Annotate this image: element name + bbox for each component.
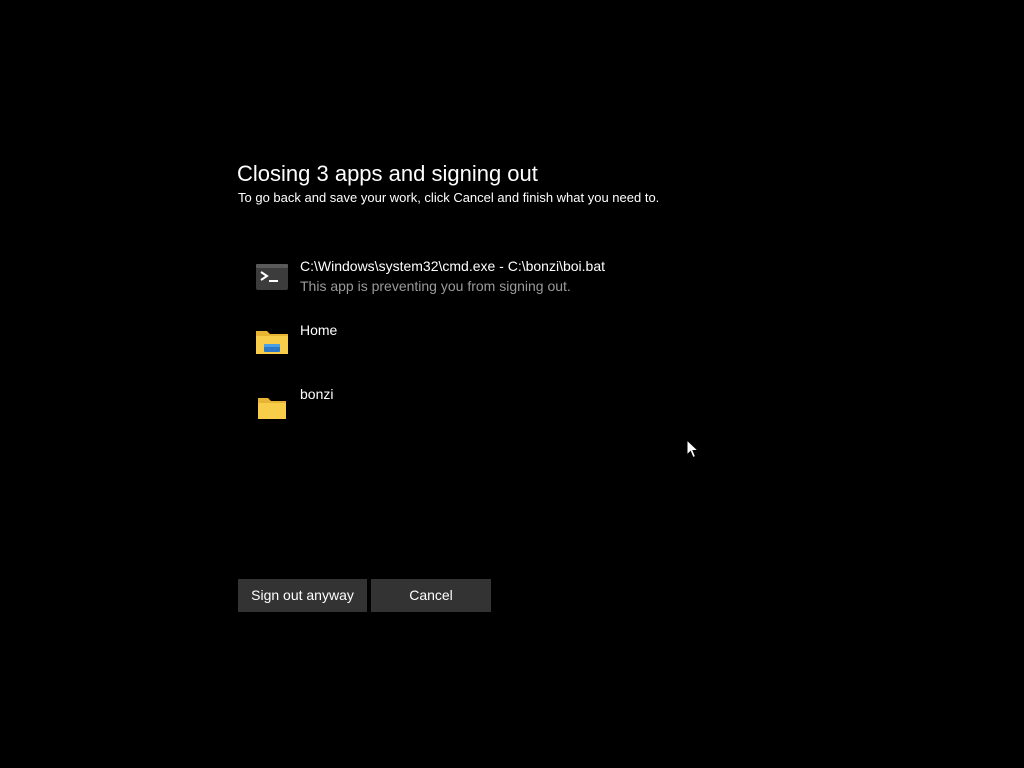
app-text: Home: [300, 320, 337, 340]
home-folder-icon: [255, 324, 289, 358]
app-name: bonzi: [300, 386, 334, 402]
app-item-bonzi: bonzi: [255, 384, 855, 448]
folder-icon: [255, 388, 289, 422]
sign-out-anyway-button[interactable]: Sign out anyway: [238, 579, 367, 612]
cancel-button[interactable]: Cancel: [371, 579, 491, 612]
dialog-header: Closing 3 apps and signing out To go bac…: [237, 160, 837, 207]
dialog-title: Closing 3 apps and signing out: [237, 161, 538, 186]
app-name: C:\Windows\system32\cmd.exe - C:\bonzi\b…: [300, 258, 606, 274]
sign-out-screen: Closing 3 apps and signing out To go bac…: [0, 0, 1024, 768]
app-status: This app is preventing you from signing …: [300, 278, 571, 294]
app-text: bonzi: [300, 384, 333, 404]
app-text: C:\Windows\system32\cmd.exe - C:\bonzi\b…: [300, 256, 605, 296]
mouse-pointer-icon: [686, 438, 700, 459]
app-item-cmd: C:\Windows\system32\cmd.exe - C:\bonzi\b…: [255, 256, 855, 320]
app-list: C:\Windows\system32\cmd.exe - C:\bonzi\b…: [255, 256, 855, 448]
terminal-icon: [255, 260, 289, 294]
dialog-subtitle: To go back and save your work, click Can…: [238, 190, 660, 205]
app-item-home: Home: [255, 320, 855, 384]
app-name: Home: [300, 322, 338, 338]
